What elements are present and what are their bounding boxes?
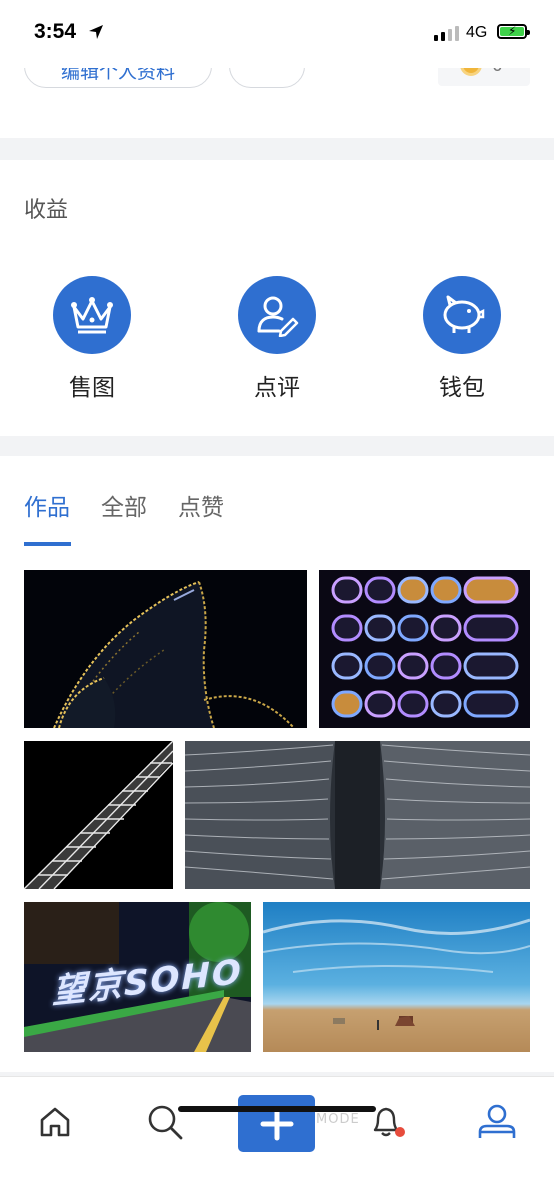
network-type: 4G (466, 24, 488, 41)
works-section: 作品 全部 点赞 望京SOHO (0, 456, 554, 1072)
desert-blue-sky-photo[interactable] (263, 902, 530, 1052)
curved-towers-upward-photo[interactable] (185, 741, 530, 889)
bell-icon[interactable] (357, 1095, 417, 1149)
location-arrow-icon (89, 25, 103, 39)
notification-dot (395, 1127, 405, 1137)
bottom-tab-bar (0, 1076, 554, 1201)
user-edit-icon (238, 276, 316, 354)
review-label: 点评 (254, 375, 300, 401)
sell-photos-label: 售图 (69, 375, 115, 401)
income-title: 收益 (24, 198, 69, 223)
diagonal-facade-photo[interactable] (24, 741, 173, 889)
active-tab-indicator (24, 542, 71, 546)
tab-works[interactable]: 作品 (24, 488, 70, 522)
sell-photos-button[interactable]: 售图 (32, 276, 152, 402)
home-icon[interactable] (25, 1095, 85, 1149)
status-time: 3:54 (34, 20, 77, 43)
watermark: MODE (316, 1112, 360, 1127)
wangjing-soho-sign-photo[interactable]: 望京SOHO (24, 902, 251, 1052)
crown-icon (53, 276, 131, 354)
piggy-bank-icon (423, 276, 501, 354)
home-indicator (178, 1106, 376, 1112)
wallet-label: 钱包 (439, 375, 485, 401)
night-curved-tower-photo[interactable] (24, 570, 307, 728)
cellular-signal-icon (434, 26, 459, 41)
search-icon[interactable] (135, 1095, 195, 1149)
tab-all[interactable]: 全部 (101, 488, 147, 522)
review-button[interactable]: 点评 (217, 276, 337, 402)
add-button[interactable] (238, 1095, 315, 1152)
profile-icon[interactable] (467, 1095, 527, 1149)
tab-likes[interactable]: 点赞 (178, 488, 224, 522)
wallet-button[interactable]: 钱包 (402, 276, 522, 402)
battery-charging-icon: ⚡ (497, 24, 530, 39)
lit-round-windows-photo[interactable] (319, 570, 530, 728)
income-section: 收益 售图 点评 钱包 (0, 160, 554, 436)
status-bar: 3:54 4G ⚡ (0, 0, 554, 68)
